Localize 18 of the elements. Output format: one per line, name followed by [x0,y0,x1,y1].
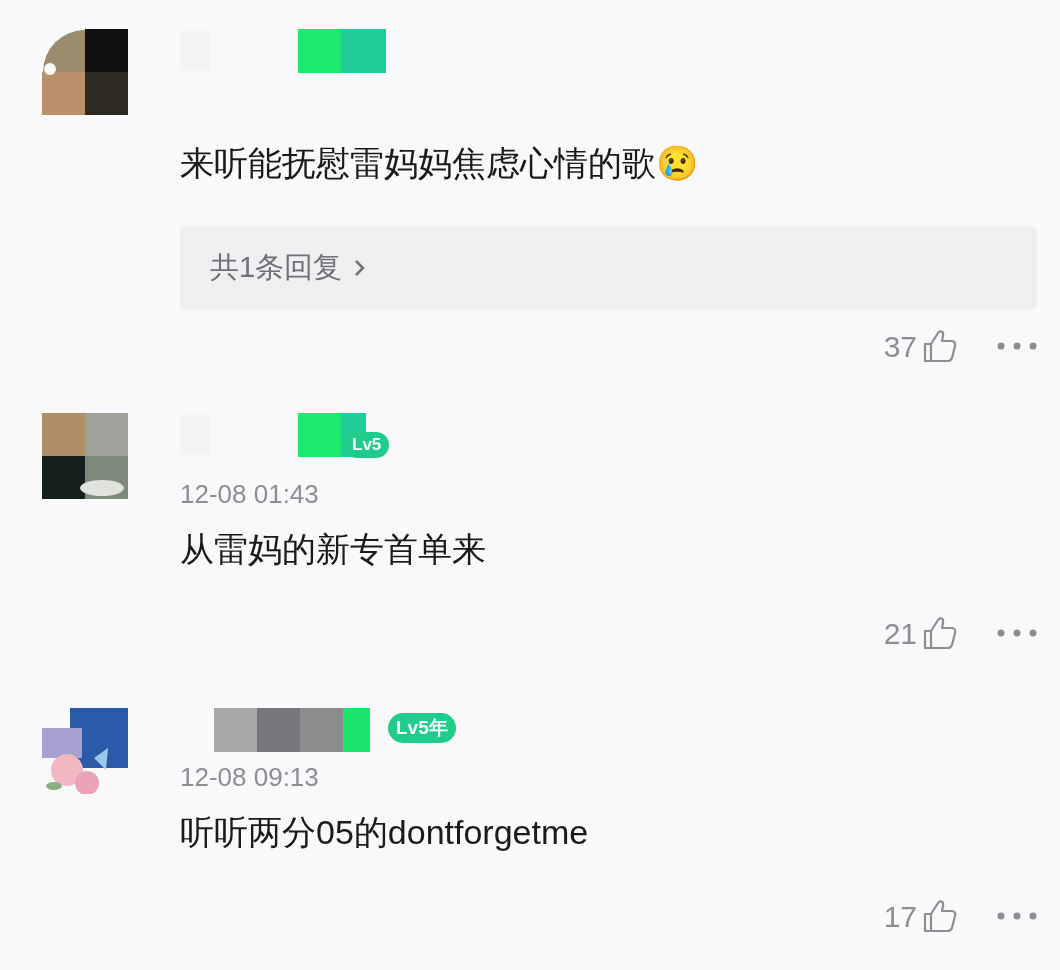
comment-text: 来听能抚慰雷妈妈焦虑心情的歌😢 [180,143,699,183]
more-options-icon[interactable] [997,912,1037,920]
more-options-icon[interactable] [997,629,1037,637]
chevron-right-icon [354,259,367,277]
thumbs-up-icon[interactable] [923,899,957,933]
level-badge: Lv5 [344,432,390,458]
comment-text: 从雷妈的新专首单来 [180,529,487,569]
like-count: 37 [883,328,917,365]
comment-text: 听听两分05的dontforgetme [180,812,590,852]
comment-time: 12-08 01:43 [180,479,320,509]
thumbs-up-icon[interactable] [923,329,957,363]
like-count: 17 [883,898,917,935]
like-count: 21 [883,615,917,652]
more-options-icon[interactable] [997,342,1037,350]
comment-time: 12-08 09:13 [180,762,320,792]
thumbs-up-icon[interactable] [923,616,957,650]
replies-button[interactable]: 共1条回复 [180,227,1037,309]
level-badge: Lv5年 [388,713,456,743]
